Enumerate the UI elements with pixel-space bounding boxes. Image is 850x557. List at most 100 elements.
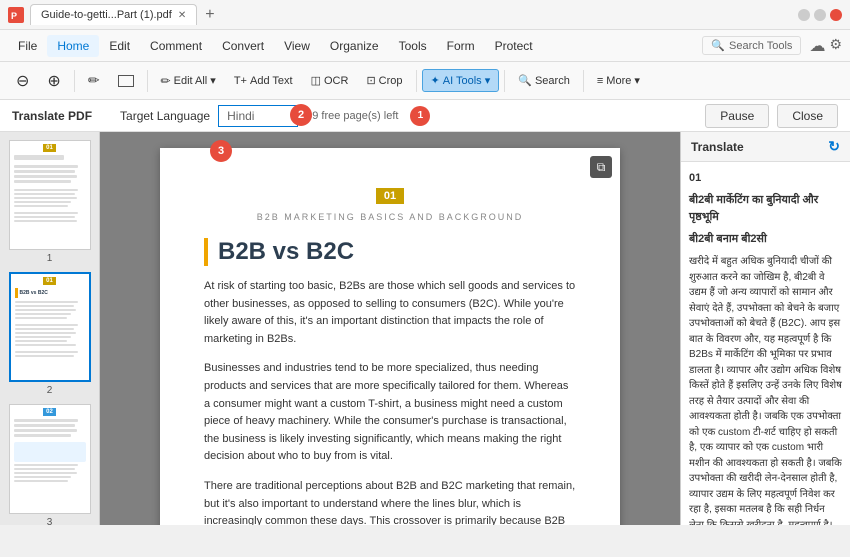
edit-all-label: Edit All ▾ bbox=[174, 74, 216, 87]
menu-form[interactable]: Form bbox=[437, 35, 485, 57]
main-layout: 01 bbox=[0, 132, 850, 525]
tab-close-icon[interactable]: ✕ bbox=[178, 10, 186, 21]
translate-header-label: Translate bbox=[691, 140, 744, 154]
zoom-in-icon: ⊕ bbox=[47, 71, 60, 91]
rectangle-icon bbox=[118, 75, 134, 87]
thumb-label-1: 1 bbox=[47, 253, 53, 264]
thumb-img-3: 02 bbox=[9, 404, 91, 514]
minimize-button[interactable] bbox=[798, 9, 810, 21]
thumb-label-2: 2 bbox=[47, 385, 53, 396]
ai-tools-icon: ✦ bbox=[431, 74, 440, 87]
crop-label: Crop bbox=[379, 75, 403, 87]
page-tag: 01 bbox=[376, 188, 404, 204]
separator2 bbox=[147, 70, 148, 92]
badge-3: 3 bbox=[210, 140, 232, 162]
ocr-label: OCR bbox=[324, 75, 348, 87]
new-tab-button[interactable]: + bbox=[199, 6, 220, 24]
zoom-out-button[interactable]: ⊖ bbox=[8, 67, 37, 95]
titlebar: P Guide-to-getti...Part (1).pdf ✕ + bbox=[0, 0, 850, 30]
search-label: Search bbox=[535, 75, 570, 87]
target-language-input[interactable] bbox=[218, 105, 298, 127]
ai-tools-label: AI Tools ▾ bbox=[443, 74, 491, 87]
translate-panel: Translate ↻ 01 बी2बी मार्केटिंग का बुनिय… bbox=[680, 132, 850, 525]
translate-bar: Translate PDF Target Language 49 free pa… bbox=[0, 100, 850, 132]
menubar: File Home Edit Comment Convert View Orga… bbox=[0, 30, 850, 62]
add-text-label: Add Text bbox=[250, 75, 293, 87]
menu-view[interactable]: View bbox=[274, 35, 320, 57]
rectangle-button[interactable] bbox=[110, 71, 142, 91]
more-button[interactable]: ≡ More ▾ bbox=[589, 70, 648, 91]
badge-1: 1 bbox=[410, 106, 430, 126]
menu-file[interactable]: File bbox=[8, 35, 47, 57]
add-text-button[interactable]: T+ Add Text bbox=[226, 71, 301, 91]
paragraph-1: At risk of starting too basic, B2Bs are … bbox=[204, 278, 576, 348]
tab-title: Guide-to-getti...Part (1).pdf bbox=[41, 9, 172, 21]
edit-all-icon: ✏ bbox=[161, 74, 171, 88]
menu-convert[interactable]: Convert bbox=[212, 35, 274, 57]
separator5 bbox=[583, 70, 584, 92]
translate-refresh-icon[interactable]: ↻ bbox=[828, 138, 840, 155]
pages-left-label: 49 free page(s) left bbox=[306, 110, 398, 122]
crop-icon: ⊡ bbox=[366, 74, 375, 87]
page-subtitle: B2B MARKETING BASICS AND BACKGROUND bbox=[204, 212, 576, 222]
trans-content-subtitle: बी2बी बनाम बी2सी bbox=[689, 231, 842, 249]
translate-bar-title: Translate PDF bbox=[12, 109, 92, 123]
paragraph-3: There are traditional perceptions about … bbox=[204, 478, 576, 525]
menu-edit[interactable]: Edit bbox=[99, 35, 140, 57]
edit-all-button[interactable]: ✏ Edit All ▾ bbox=[153, 70, 224, 92]
badge-2: 2 bbox=[290, 104, 312, 126]
trans-content-title1: 01 bbox=[689, 170, 842, 188]
search-button[interactable]: 🔍 Search bbox=[510, 70, 578, 91]
svg-text:P: P bbox=[11, 11, 17, 21]
zoom-out-icon: ⊖ bbox=[16, 71, 29, 91]
paragraph-2: Businesses and industries tend to be mor… bbox=[204, 360, 576, 466]
thumb-label-3: 3 bbox=[47, 517, 53, 525]
section-heading: B2B vs B2C bbox=[204, 238, 576, 266]
search-tools-btn[interactable]: 🔍 Search Tools bbox=[702, 36, 801, 55]
cloud-icon[interactable]: ☁ bbox=[809, 36, 825, 56]
translate-panel-body: 01 बी2बी मार्केटिंग का बुनियादी और पृष्ठ… bbox=[681, 162, 850, 525]
markup-icon: ✏ bbox=[88, 72, 100, 89]
pdf-area: 3 ⧉ 01 B2B MARKETING BASICS AND BACKGROU… bbox=[100, 132, 680, 525]
active-tab[interactable]: Guide-to-getti...Part (1).pdf ✕ bbox=[30, 4, 197, 25]
trans-content-title2: बी2बी मार्केटिंग का बुनियादी और पृष्ठभूम… bbox=[689, 192, 842, 227]
maximize-button[interactable] bbox=[814, 9, 826, 21]
trans-content-body: खरीदे में बहुत अधिक बुनियादी चीजों की शु… bbox=[689, 254, 842, 525]
separator4 bbox=[504, 70, 505, 92]
more-label: ≡ More ▾ bbox=[597, 74, 640, 87]
menu-comment[interactable]: Comment bbox=[140, 35, 212, 57]
thumbnail-1[interactable]: 01 bbox=[6, 140, 93, 264]
ocr-button[interactable]: ◫ OCR bbox=[303, 70, 357, 91]
menu-organize[interactable]: Organize bbox=[320, 35, 389, 57]
search-tools-icon: 🔍 bbox=[711, 39, 725, 52]
target-language-label: Target Language bbox=[120, 109, 210, 123]
settings-icon[interactable]: ⚙ bbox=[829, 36, 842, 56]
ai-tools-button[interactable]: ✦ AI Tools ▾ bbox=[422, 69, 500, 92]
thumb-img-2: 01 B2B vs B2C bbox=[9, 272, 91, 382]
menu-home[interactable]: Home bbox=[47, 35, 99, 57]
toolbar: ⊖ ⊕ ✏ ✏ Edit All ▾ T+ Add Text ◫ OCR ⊡ C… bbox=[0, 62, 850, 100]
menu-protect[interactable]: Protect bbox=[485, 35, 543, 57]
zoom-in-button[interactable]: ⊕ bbox=[39, 67, 68, 95]
app-icon: P bbox=[8, 7, 24, 23]
translate-panel-header: Translate ↻ bbox=[681, 132, 850, 162]
thumb-img-1: 01 bbox=[9, 140, 91, 250]
copy-icon[interactable]: ⧉ bbox=[590, 156, 612, 178]
close-button[interactable] bbox=[830, 9, 842, 21]
pdf-page: ⧉ 01 B2B MARKETING BASICS AND BACKGROUND… bbox=[160, 148, 620, 525]
thumbnail-3[interactable]: 02 3 bbox=[6, 404, 93, 525]
separator3 bbox=[416, 70, 417, 92]
close-translate-button[interactable]: Close bbox=[777, 104, 838, 128]
menu-tools[interactable]: Tools bbox=[389, 35, 437, 57]
separator bbox=[74, 70, 75, 92]
markup-button[interactable]: ✏ bbox=[80, 68, 108, 93]
crop-button[interactable]: ⊡ Crop bbox=[358, 70, 410, 91]
thumbnail-panel: 01 bbox=[0, 132, 100, 525]
thumbnail-2[interactable]: 01 B2B vs B2C bbox=[6, 272, 93, 396]
search-icon: 🔍 bbox=[518, 74, 532, 87]
window-controls bbox=[798, 9, 842, 21]
pause-button[interactable]: Pause bbox=[705, 104, 769, 128]
ocr-icon: ◫ bbox=[311, 74, 321, 87]
search-tools-label: Search Tools bbox=[729, 40, 792, 52]
add-text-icon: T+ bbox=[234, 75, 247, 87]
